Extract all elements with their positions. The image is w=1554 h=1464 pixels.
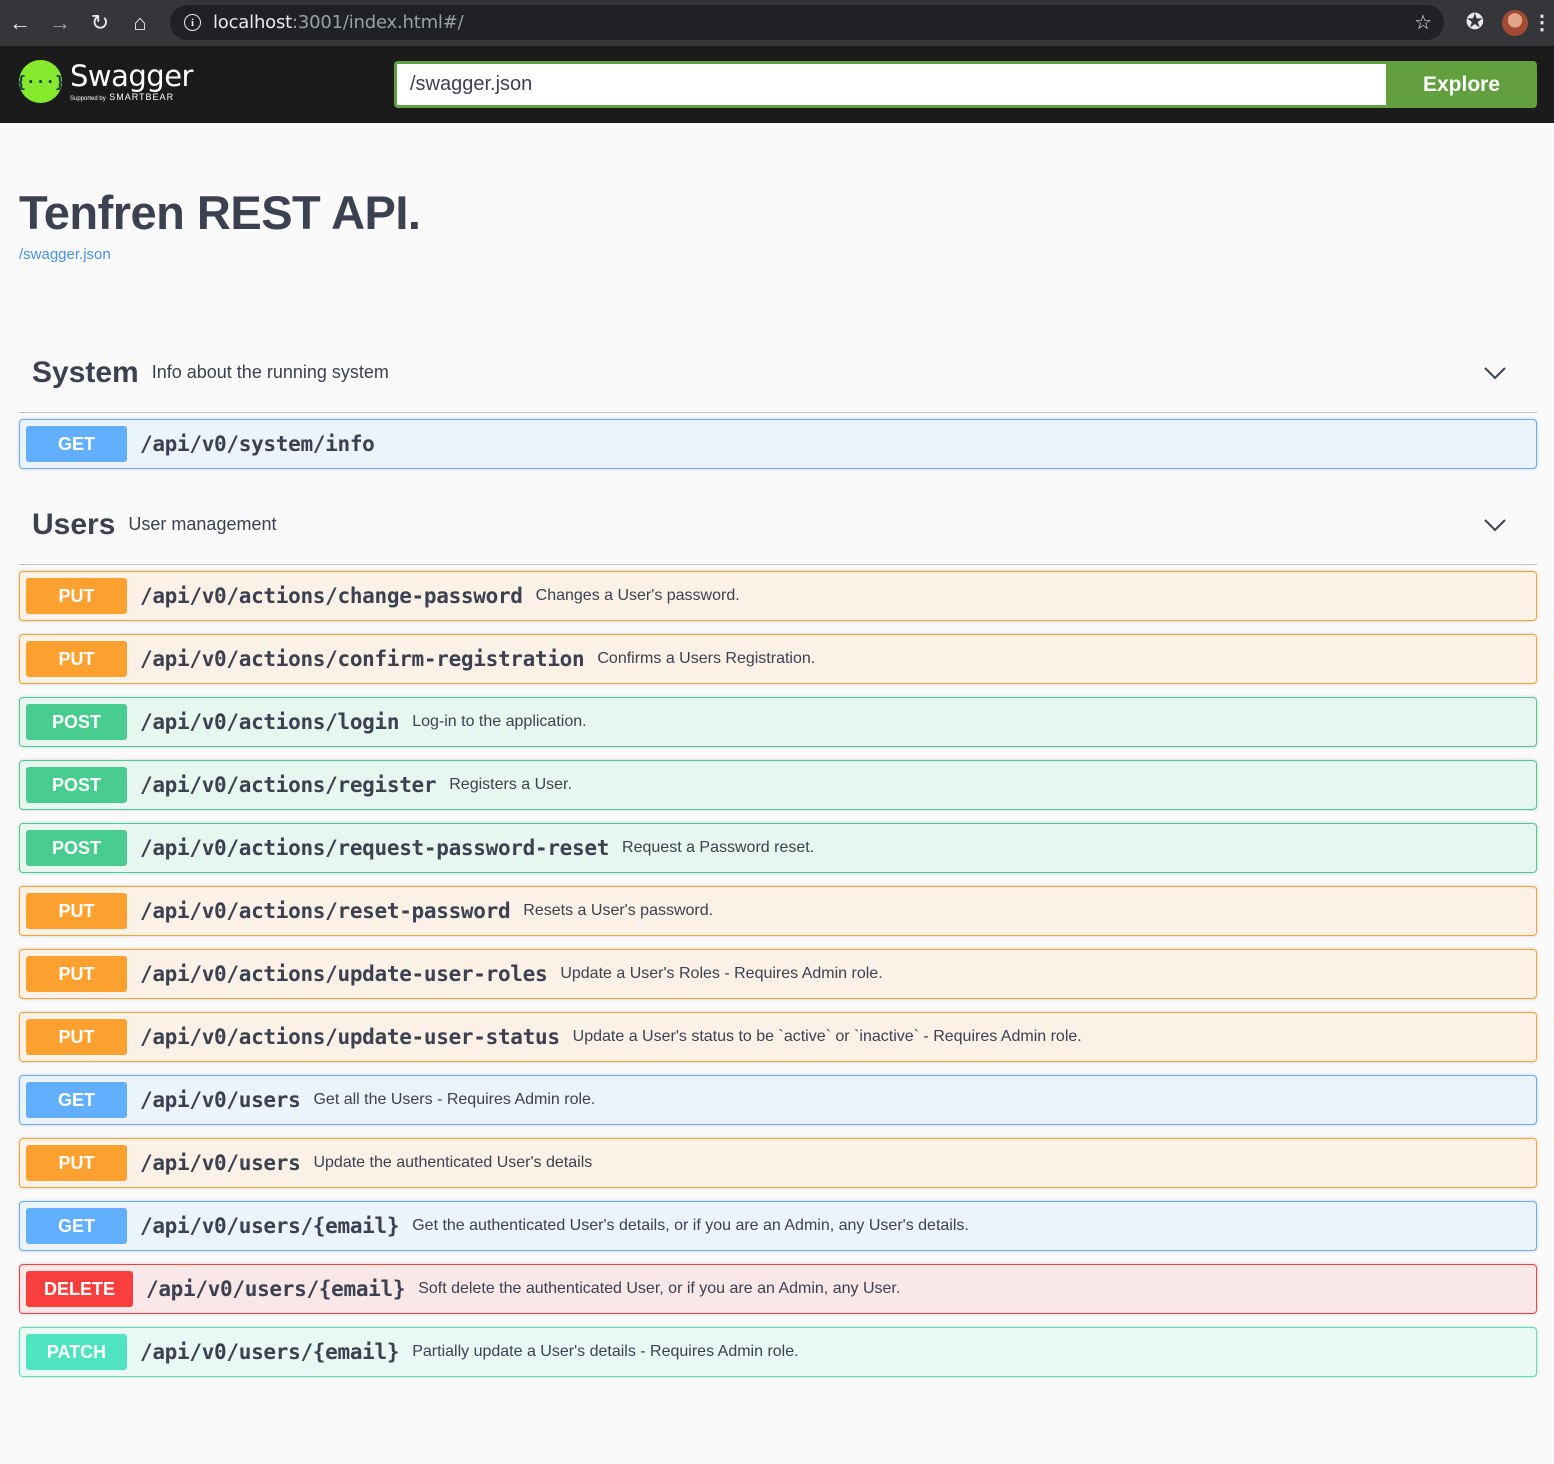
operation-summary: Get all the Users - Requires Admin role. [313, 1091, 596, 1108]
method-badge: PUT [26, 893, 127, 929]
operation-path: /api/v0/users/{email} [140, 1340, 400, 1364]
operation-path: /api/v0/users/{email} [146, 1277, 406, 1301]
operation-path: /api/v0/actions/change-password [140, 584, 523, 608]
swagger-topbar: {···} Swagger Supported by SMARTBEAR Exp… [0, 46, 1554, 123]
operation-summary: Update a User's status to be `active` or… [572, 1028, 1082, 1045]
operation-patch-user-by-email[interactable]: PATCH /api/v0/users/{email} Partially up… [19, 1327, 1537, 1377]
api-info: Tenfren REST API. /swagger.json [0, 123, 1554, 264]
tag-description: Info about the running system [151, 362, 389, 382]
operation-summary: Partially update a User's details - Requ… [412, 1343, 799, 1360]
operation-path: /api/v0/actions/confirm-registration [140, 647, 585, 671]
operation-summary: Log-in to the application. [412, 713, 587, 730]
operation-summary: Soft delete the authenticated User, or i… [418, 1280, 901, 1297]
browser-toolbar: ← → ↻ ⌂ i localhost:3001/index.html#/ ☆ … [0, 0, 1554, 46]
extensions-puzzle-icon[interactable]: ✪ [1466, 9, 1484, 35]
site-info-icon[interactable]: i [184, 14, 201, 31]
address-url[interactable]: localhost:3001/index.html#/ [213, 12, 464, 33]
operation-put-update-user-roles[interactable]: PUT /api/v0/actions/update-user-roles Up… [19, 949, 1537, 999]
profile-avatar[interactable] [1502, 10, 1528, 36]
operation-summary: Changes a User's password. [535, 587, 740, 604]
operation-path: /api/v0/users [140, 1151, 301, 1175]
operation-put-change-password[interactable]: PUT /api/v0/actions/change-password Chan… [19, 571, 1537, 621]
operation-put-reset-password[interactable]: PUT /api/v0/actions/reset-password Reset… [19, 886, 1537, 936]
operation-post-login[interactable]: POST /api/v0/actions/login Log-in to the… [19, 697, 1537, 747]
method-badge: GET [26, 426, 127, 462]
swagger-logo-word: Swagger [70, 59, 193, 93]
method-badge: GET [26, 1208, 127, 1244]
method-badge: PUT [26, 1145, 127, 1181]
operation-path: /api/v0/actions/update-user-status [140, 1025, 560, 1049]
operation-get-users[interactable]: GET /api/v0/users Get all the Users - Re… [19, 1075, 1537, 1125]
tag-name: Users [32, 507, 116, 541]
operation-summary: Confirms a Users Registration. [597, 650, 816, 667]
method-badge: PATCH [26, 1334, 127, 1370]
operation-post-register[interactable]: POST /api/v0/actions/register Registers … [19, 760, 1537, 810]
method-badge: PUT [26, 956, 127, 992]
operation-put-update-user-status[interactable]: PUT /api/v0/actions/update-user-status U… [19, 1012, 1537, 1062]
operation-summary: Request a Password reset. [622, 839, 815, 856]
tag-section-system: System Info about the running system GET… [19, 333, 1537, 469]
operation-path: /api/v0/system/info [140, 432, 375, 456]
method-badge: POST [26, 767, 127, 803]
method-badge: DELETE [26, 1271, 133, 1307]
home-icon[interactable]: ⌂ [120, 3, 160, 43]
operation-path: /api/v0/actions/reset-password [140, 899, 511, 923]
operation-get-user-by-email[interactable]: GET /api/v0/users/{email} Get the authen… [19, 1201, 1537, 1251]
operation-delete-user-by-email[interactable]: DELETE /api/v0/users/{email} Soft delete… [19, 1264, 1537, 1314]
browser-menu-icon[interactable]: ⋮ [1532, 10, 1552, 35]
operation-put-confirm-registration[interactable]: PUT /api/v0/actions/confirm-registration… [19, 634, 1537, 684]
chevron-down-icon[interactable] [1483, 513, 1507, 537]
forward-arrow-icon[interactable]: → [40, 3, 80, 43]
tag-description: User management [128, 514, 277, 534]
operation-path: /api/v0/actions/update-user-roles [140, 962, 548, 986]
operation-path: /api/v0/users [140, 1088, 301, 1112]
reload-icon[interactable]: ↻ [80, 3, 120, 43]
api-title: Tenfren REST API. [19, 186, 421, 239]
spec-link[interactable]: /swagger.json [19, 246, 111, 263]
operation-path: /api/v0/actions/register [140, 773, 437, 797]
operation-summary: Registers a User. [449, 776, 572, 793]
swagger-logo-icon: {···} [16, 60, 65, 103]
operation-get-system-info[interactable]: GET /api/v0/system/info [19, 419, 1537, 469]
method-badge: POST [26, 830, 127, 866]
method-badge: GET [26, 1082, 127, 1118]
explore-button[interactable]: Explore [1386, 61, 1537, 108]
chevron-down-icon[interactable] [1483, 361, 1507, 385]
swagger-logo[interactable]: {···} Swagger Supported by SMARTBEAR [16, 59, 193, 103]
operation-post-request-password-reset[interactable]: POST /api/v0/actions/request-password-re… [19, 823, 1537, 873]
tag-name: System [32, 355, 139, 389]
address-bar[interactable]: i localhost:3001/index.html#/ ☆ [170, 5, 1444, 40]
operation-path: /api/v0/actions/request-password-reset [140, 836, 610, 860]
smartbear-tagline: Supported by SMARTBEAR [70, 92, 175, 102]
method-badge: POST [26, 704, 127, 740]
method-badge: PUT [26, 641, 127, 677]
operation-summary: Get the authenticated User's details, or… [412, 1217, 969, 1234]
operation-summary: Update the authenticated User's details [313, 1154, 593, 1171]
operation-put-users[interactable]: PUT /api/v0/users Update the authenticat… [19, 1138, 1537, 1188]
method-badge: PUT [26, 578, 127, 614]
operation-summary: Resets a User's password. [523, 902, 714, 919]
spec-url-input[interactable] [394, 61, 1387, 108]
tag-header-system[interactable]: System Info about the running system [19, 333, 1537, 413]
back-arrow-icon[interactable]: ← [0, 3, 40, 43]
operation-path: /api/v0/users/{email} [140, 1214, 400, 1238]
operation-summary: Update a User's Roles - Requires Admin r… [560, 965, 883, 982]
bookmark-star-icon[interactable]: ☆ [1414, 10, 1432, 35]
tag-section-users: Users User management PUT /api/v0/action… [19, 485, 1537, 1377]
operation-path: /api/v0/actions/login [140, 710, 400, 734]
method-badge: PUT [26, 1019, 127, 1055]
tag-header-users[interactable]: Users User management [19, 485, 1537, 565]
